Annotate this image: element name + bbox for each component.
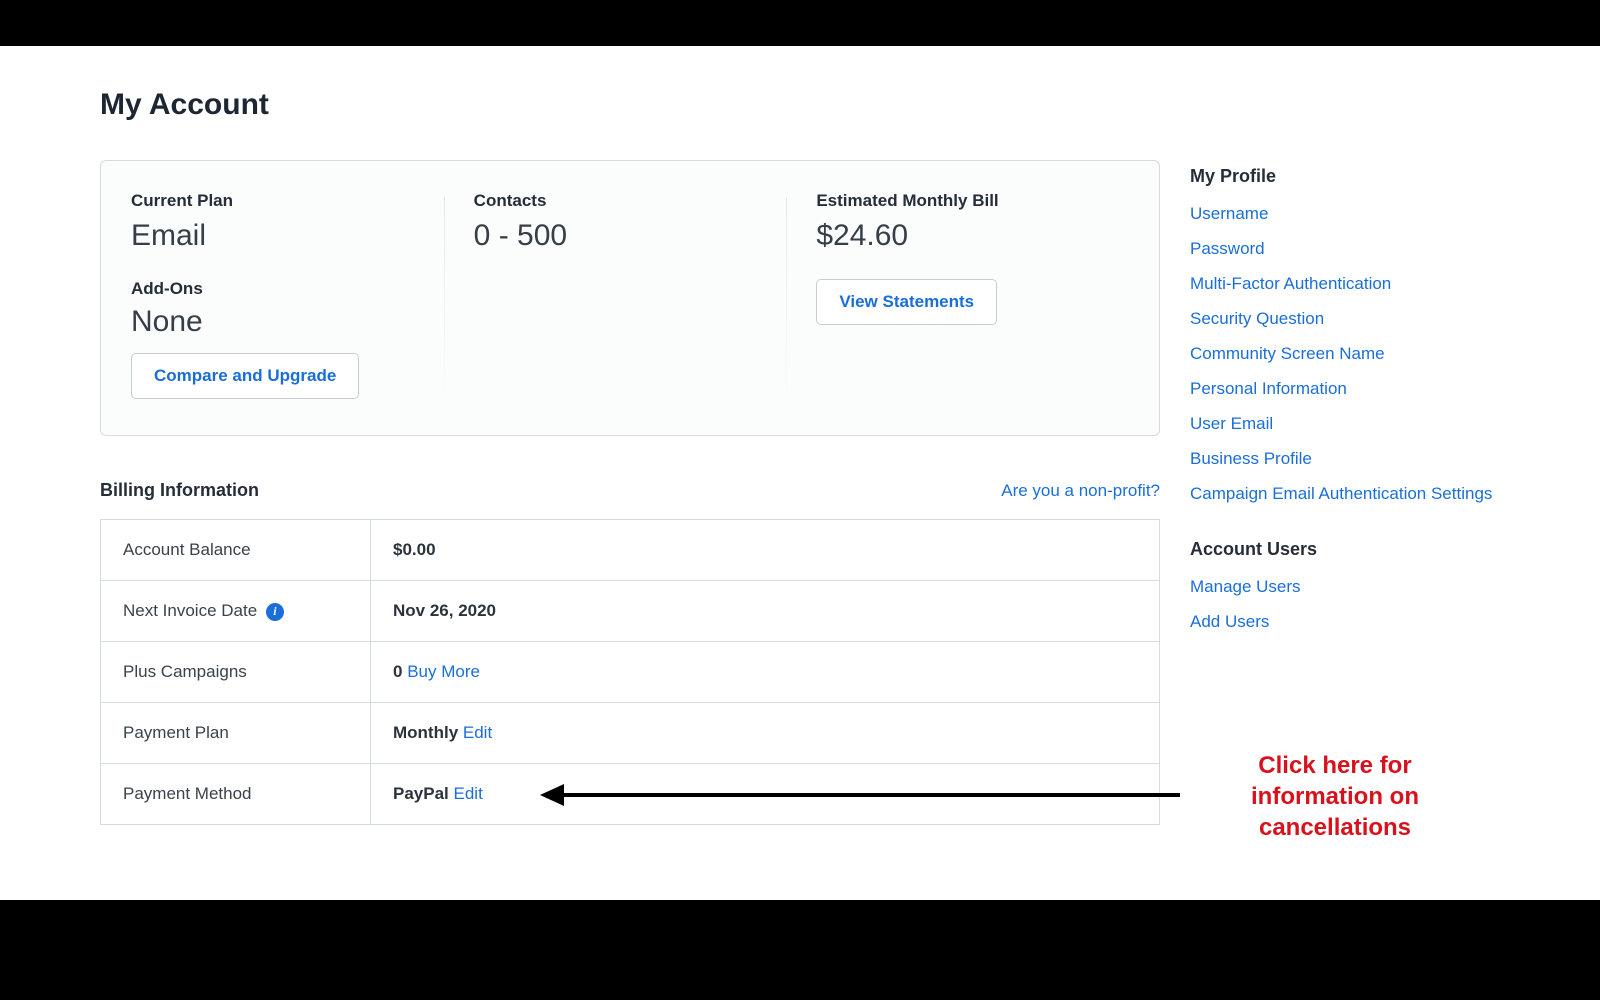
sidebar-column: My Profile Username Password Multi-Facto… <box>1190 160 1500 668</box>
estimated-bill-label: Estimated Monthly Bill <box>816 191 1109 211</box>
page-container: My Account Current Plan Email Add-Ons No… <box>0 46 1600 825</box>
sidebar-link-user-email[interactable]: User Email <box>1190 413 1273 436</box>
sidebar-link-email-auth-settings[interactable]: Campaign Email Authentication Settings <box>1190 483 1492 506</box>
account-balance-value-text: $0.00 <box>393 540 436 559</box>
main-column: Current Plan Email Add-Ons None Compare … <box>100 160 1160 825</box>
sidebar-link-security-question[interactable]: Security Question <box>1190 308 1324 331</box>
plan-segment-contacts: Contacts 0 - 500 <box>444 191 787 399</box>
billing-heading: Billing Information <box>100 480 259 501</box>
plus-campaigns-value: 0 <box>393 662 402 681</box>
current-plan-value: Email <box>131 219 424 253</box>
payment-plan-value: Monthly <box>393 723 458 742</box>
sidebar-link-username[interactable]: Username <box>1190 203 1268 226</box>
account-balance-value: $0.00 <box>371 520 1160 581</box>
table-row: Payment Plan Monthly Edit <box>101 703 1160 764</box>
my-profile-heading: My Profile <box>1190 166 1500 187</box>
profile-links-list: Username Password Multi-Factor Authentic… <box>1190 203 1500 505</box>
plus-campaigns-value-cell: 0 Buy More <box>371 642 1160 703</box>
payment-method-label: Payment Method <box>101 764 371 825</box>
estimated-bill-value: $24.60 <box>816 219 1109 253</box>
payment-plan-edit-link[interactable]: Edit <box>463 723 492 742</box>
sidebar-link-password[interactable]: Password <box>1190 238 1265 261</box>
payment-method-value: PayPal <box>393 784 449 803</box>
next-invoice-label-cell: Next Invoice Date i <box>101 581 371 642</box>
table-row: Next Invoice Date i Nov 26, 2020 <box>101 581 1160 642</box>
table-row: Payment Method PayPal Edit <box>101 764 1160 825</box>
next-invoice-label: Next Invoice Date <box>123 601 257 620</box>
sidebar-link-add-users[interactable]: Add Users <box>1190 611 1269 634</box>
account-users-heading: Account Users <box>1190 539 1500 560</box>
addons-value: None <box>131 305 424 339</box>
compare-upgrade-button[interactable]: Compare and Upgrade <box>131 353 359 399</box>
nonprofit-link[interactable]: Are you a non-profit? <box>1001 481 1160 501</box>
sidebar-link-business-profile[interactable]: Business Profile <box>1190 448 1312 471</box>
info-icon[interactable]: i <box>266 603 284 621</box>
view-statements-button[interactable]: View Statements <box>816 279 997 325</box>
next-invoice-value-text: Nov 26, 2020 <box>393 601 496 620</box>
next-invoice-value: Nov 26, 2020 <box>371 581 1160 642</box>
payment-method-edit-link[interactable]: Edit <box>454 784 483 803</box>
account-balance-label: Account Balance <box>101 520 371 581</box>
sidebar-link-personal-info[interactable]: Personal Information <box>1190 378 1347 401</box>
plan-summary-card: Current Plan Email Add-Ons None Compare … <box>100 160 1160 436</box>
billing-table: Account Balance $0.00 Next Invoice Date … <box>100 519 1160 825</box>
page-title: My Account <box>100 88 1500 122</box>
contacts-label: Contacts <box>474 191 767 211</box>
plan-segment-current: Current Plan Email Add-Ons None Compare … <box>131 191 444 399</box>
two-column-layout: Current Plan Email Add-Ons None Compare … <box>100 160 1500 825</box>
plus-campaigns-label: Plus Campaigns <box>101 642 371 703</box>
contacts-value: 0 - 500 <box>474 219 767 253</box>
current-plan-label: Current Plan <box>131 191 424 211</box>
payment-plan-value-cell: Monthly Edit <box>371 703 1160 764</box>
letterbox-bottom <box>0 900 1600 1000</box>
addons-label: Add-Ons <box>131 279 424 299</box>
users-links-list: Manage Users Add Users <box>1190 576 1500 634</box>
sidebar-link-manage-users[interactable]: Manage Users <box>1190 576 1301 599</box>
plan-segment-bill: Estimated Monthly Bill $24.60 View State… <box>786 191 1129 399</box>
payment-method-value-cell: PayPal Edit <box>371 764 1160 825</box>
billing-header: Billing Information Are you a non-profit… <box>100 480 1160 501</box>
table-row: Plus Campaigns 0 Buy More <box>101 642 1160 703</box>
sidebar-link-screen-name[interactable]: Community Screen Name <box>1190 343 1385 366</box>
payment-plan-label: Payment Plan <box>101 703 371 764</box>
table-row: Account Balance $0.00 <box>101 520 1160 581</box>
buy-more-link[interactable]: Buy More <box>407 662 480 681</box>
letterbox-top <box>0 0 1600 46</box>
sidebar-link-mfa[interactable]: Multi-Factor Authentication <box>1190 273 1391 296</box>
